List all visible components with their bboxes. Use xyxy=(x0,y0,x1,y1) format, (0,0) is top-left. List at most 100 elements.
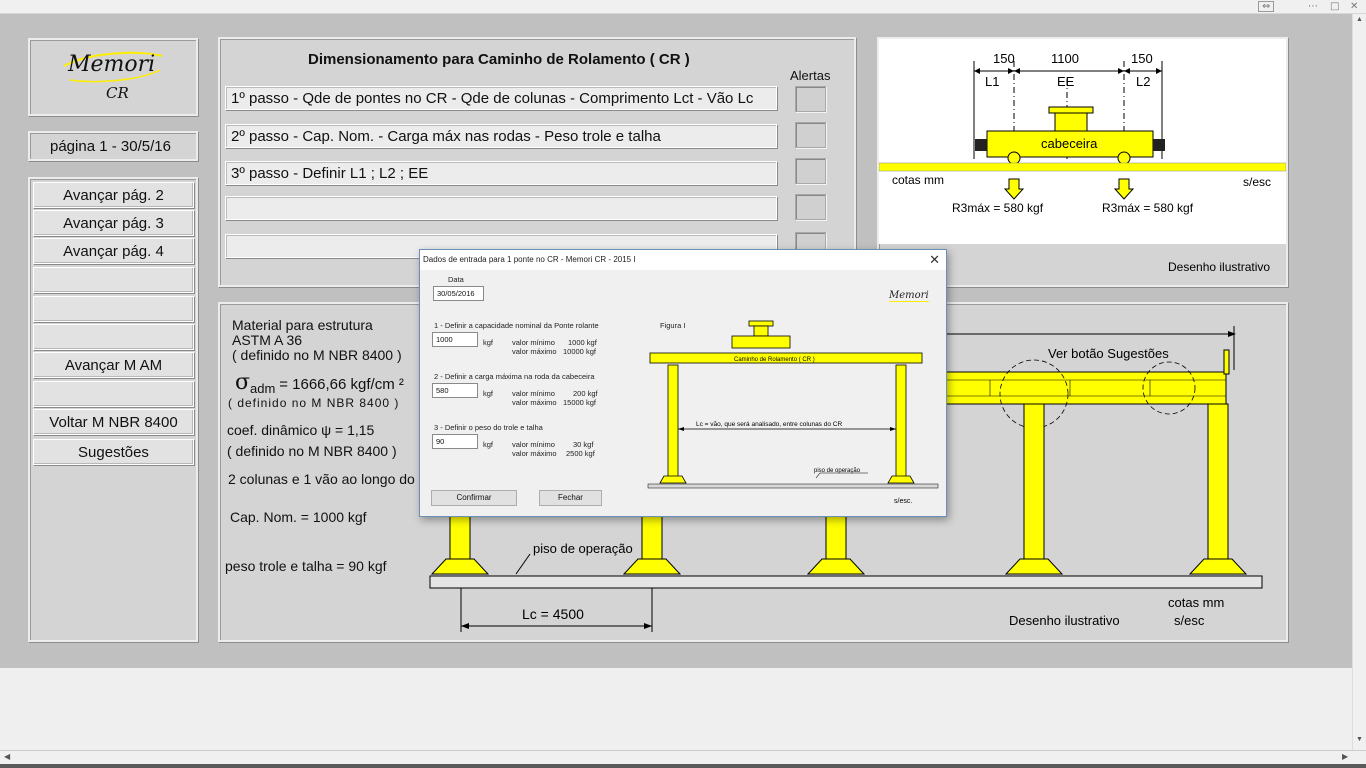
suggestions-button[interactable]: Sugestões xyxy=(33,439,194,465)
units-label: cotas mm xyxy=(892,173,944,187)
next-page-2-button[interactable]: Avançar pág. 2 xyxy=(33,182,194,208)
steps-title: Dimensionamento para Caminho de Rolament… xyxy=(308,51,690,68)
dim-ee: 1100 xyxy=(1051,51,1079,66)
dim-l1: 150 xyxy=(993,51,1015,66)
trolley-weight-input[interactable]: 90 xyxy=(432,434,478,449)
restore-icon[interactable]: ⇔ xyxy=(1258,1,1275,12)
page-indicator: página 1 - 30/5/16 xyxy=(50,138,171,155)
figure-beam-label: Caminho de Rolamento ( CR ) xyxy=(734,357,815,363)
trolley-weight: peso trole e talha = 90 kgf xyxy=(225,558,387,574)
alert-box-4 xyxy=(795,194,826,220)
wheel-load-min-label: valor mínimo xyxy=(512,389,555,398)
trolley-weight-max: 2500 kgf xyxy=(566,449,595,458)
alert-box-1 xyxy=(795,86,826,112)
next-m-am-button[interactable]: Avançar M AM xyxy=(33,352,194,378)
date-input[interactable]: 30/05/2016 xyxy=(433,286,484,301)
close-button[interactable]: Fechar xyxy=(539,490,602,506)
cabeceira-label: cabeceira xyxy=(1041,136,1098,151)
close-window-icon[interactable]: ✕ xyxy=(1350,0,1358,13)
back-nbr-8400-button[interactable]: Voltar M NBR 8400 xyxy=(33,409,194,435)
scroll-up-icon[interactable]: ▲ xyxy=(1356,16,1363,23)
capacity-unit: kgf xyxy=(483,338,494,347)
horizontal-scrollbar[interactable]: ◀ ▶ xyxy=(0,750,1366,764)
close-icon[interactable]: ✕ xyxy=(929,251,940,268)
scroll-right-icon[interactable]: ▶ xyxy=(1342,752,1348,761)
capacity-max: 10000 kgf xyxy=(563,347,596,356)
see-suggestions-note: Ver botão Sugestões xyxy=(1048,346,1169,361)
empty-button-3[interactable] xyxy=(33,324,194,350)
sigma-sub: adm xyxy=(250,380,276,396)
figure-scale-label: s/esc. xyxy=(894,498,912,505)
capacity-input[interactable]: 1000 xyxy=(432,332,478,347)
dim-l2: 150 xyxy=(1131,51,1153,66)
column-5 xyxy=(1188,403,1248,575)
sigma-symbol: σ xyxy=(235,370,251,395)
nominal-capacity: Cap. Nom. = 1000 kgf xyxy=(230,509,367,525)
alerts-label: Alertas xyxy=(790,68,831,83)
scroll-down-icon[interactable]: ▼ xyxy=(1356,736,1363,743)
drawing-caption: Desenho ilustrativo xyxy=(1168,260,1270,274)
units-label-main: cotas mm xyxy=(1168,595,1224,610)
span-length: Lc = 4500 xyxy=(522,606,584,622)
step-4-bar[interactable] xyxy=(225,196,777,220)
trolley-weight-min: 30 kgf xyxy=(573,440,594,449)
window-top-bar: ⇔ ⋯ □ ✕ xyxy=(0,0,1366,14)
next-page-3-button[interactable]: Avançar pág. 3 xyxy=(33,210,194,236)
logo-panel: Memori CR xyxy=(28,38,198,116)
scale-label-main: s/esc xyxy=(1174,613,1205,628)
material-source: ( definido no M NBR 8400 ) xyxy=(232,347,402,363)
sigma-value: = 1666,66 kgf/cm ² xyxy=(279,376,404,393)
step-3-bar[interactable]: 3º passo - Definir L1 ; L2 ; EE xyxy=(225,161,777,185)
input-dialog: Dados de entrada para 1 ponte no CR - Me… xyxy=(419,249,947,517)
wheel-load-max: 15000 kgf xyxy=(563,398,596,407)
sigma-source: ( definido no M NBR 8400 ) xyxy=(228,396,400,410)
floor-label: piso de operação xyxy=(533,541,633,556)
material-label: Material para estrutura xyxy=(232,317,373,333)
label-l2: L2 xyxy=(1136,74,1150,89)
empty-area xyxy=(0,668,1352,750)
columns-info: 2 colunas e 1 vão ao longo do CR xyxy=(228,471,439,487)
material-value: ASTM A 36 xyxy=(232,332,303,348)
figure-floor-label: piso de operação xyxy=(814,468,861,474)
question-3: 3 - Definir o peso do trole e talha xyxy=(434,423,543,432)
empty-button-2[interactable] xyxy=(33,296,194,322)
empty-button-4[interactable] xyxy=(33,381,194,407)
status-bar xyxy=(0,764,1366,768)
capacity-max-label: valor máximo xyxy=(512,347,557,356)
question-1: 1 - Definir a capacidade nominal da Pont… xyxy=(434,321,599,330)
maximize-icon[interactable]: □ xyxy=(1330,0,1339,13)
dialog-logo: Memori xyxy=(889,290,929,302)
trolley-weight-unit: kgf xyxy=(483,440,494,449)
load-left: R3máx = 580 kgf xyxy=(952,201,1044,215)
logo-sub: CR xyxy=(106,84,129,102)
wheel-load-input[interactable]: 580 xyxy=(432,383,478,398)
step-1-bar[interactable]: 1º passo - Qde de pontes no CR - Qde de … xyxy=(225,86,777,110)
more-icon[interactable]: ⋯ xyxy=(1308,0,1318,13)
confirm-button[interactable]: Confirmar xyxy=(431,490,517,506)
scroll-left-icon[interactable]: ◀ xyxy=(4,752,10,761)
step-2-bar[interactable]: 2º passo - Cap. Nom. - Carga máx nas rod… xyxy=(225,124,777,148)
capacity-min: 1000 kgf xyxy=(568,338,597,347)
drawing-caption-main: Desenho ilustrativo xyxy=(1009,613,1120,628)
scale-label: s/esc xyxy=(1243,175,1271,189)
alert-box-2 xyxy=(795,122,826,148)
sigma-adm: σadm = 1666,66 kgf/cm ² xyxy=(235,370,404,396)
trolley-weight-min-label: valor mínimo xyxy=(512,440,555,449)
label-ee: EE xyxy=(1057,74,1075,89)
figure-span-label: Lc = vão, que será analisado, entre colu… xyxy=(696,421,842,428)
dialog-title: Dados de entrada para 1 ponte no CR - Me… xyxy=(420,250,946,270)
capacity-min-label: valor mínimo xyxy=(512,338,555,347)
page-indicator-panel: página 1 - 30/5/16 xyxy=(28,131,198,161)
wheel-load-unit: kgf xyxy=(483,389,494,398)
load-right: R3máx = 580 kgf xyxy=(1102,201,1194,215)
wheel-load-max-label: valor máximo xyxy=(512,398,557,407)
next-page-4-button[interactable]: Avançar pág. 4 xyxy=(33,238,194,264)
vertical-scrollbar[interactable]: ▲ ▼ xyxy=(1352,14,1366,750)
date-label: Data xyxy=(448,275,464,284)
dialog-figure: Caminho de Rolamento ( CR ) Lc = vão, qu… xyxy=(647,320,939,505)
dynamic-coef: coef. dinâmico ψ = 1,15 xyxy=(227,422,375,438)
coef-source: ( definido no M NBR 8400 ) xyxy=(227,443,397,459)
empty-button-1[interactable] xyxy=(33,267,194,293)
label-l1: L1 xyxy=(985,74,999,89)
question-2: 2 - Definir a carga máxima na roda da ca… xyxy=(434,372,595,381)
